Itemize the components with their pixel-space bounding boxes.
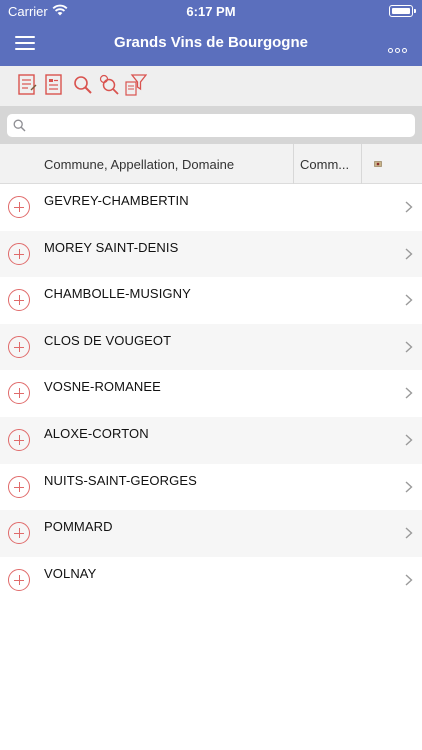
wine-icon[interactable] xyxy=(374,160,382,168)
column-divider xyxy=(361,144,362,184)
appellation-list: GEVREY-CHAMBERTIN MOREY SAINT-DENIS CHAM… xyxy=(0,184,422,603)
search-bar xyxy=(0,106,422,144)
add-icon[interactable] xyxy=(8,382,30,405)
list-item-label: VOLNAY xyxy=(44,565,97,581)
add-icon[interactable] xyxy=(8,475,30,498)
add-icon[interactable] xyxy=(8,522,30,545)
column-header: Commune, Appellation, Domaine Comm... xyxy=(0,144,422,184)
page-title: Grands Vins de Bourgogne xyxy=(114,34,308,51)
column-commune-appellation-domaine[interactable]: Commune, Appellation, Domaine xyxy=(44,157,234,172)
add-icon[interactable] xyxy=(8,242,30,265)
list-edit-icon[interactable] xyxy=(17,73,39,97)
list-item-label: VOSNE-ROMANEE xyxy=(44,379,161,395)
nav-bar: Grands Vins de Bourgogne xyxy=(0,22,422,66)
status-bar: Carrier 6:17 PM xyxy=(0,0,422,22)
chevron-right-icon xyxy=(405,341,413,353)
list-item[interactable]: GEVREY-CHAMBERTIN xyxy=(0,184,422,231)
list-item[interactable]: CHAMBOLLE-MUSIGNY xyxy=(0,277,422,324)
chevron-right-icon xyxy=(405,201,413,213)
chevron-right-icon xyxy=(405,574,413,586)
add-icon[interactable] xyxy=(8,335,30,358)
column-commune[interactable]: Comm... xyxy=(300,157,349,172)
chevron-right-icon xyxy=(405,294,413,306)
list-item-label: CLOS DE VOUGEOT xyxy=(44,332,172,348)
add-icon[interactable] xyxy=(8,196,30,218)
chevron-right-icon xyxy=(405,434,413,446)
chevron-right-icon xyxy=(405,481,413,493)
list-item-label: MOREY SAINT-DENIS xyxy=(44,239,179,255)
list-item[interactable]: NUITS-SAINT-GEORGES xyxy=(0,464,422,511)
more-options-icon[interactable] xyxy=(388,40,410,53)
list-item[interactable]: ALOXE-CORTON xyxy=(0,416,422,464)
list-view-icon[interactable] xyxy=(44,73,66,97)
app-header: Carrier 6:17 PM Grands Vins de Bourgogne xyxy=(0,0,422,66)
list-item[interactable]: CLOS DE VOUGEOT xyxy=(0,323,422,371)
list-item[interactable]: POMMARD xyxy=(0,510,422,557)
add-icon[interactable] xyxy=(8,289,30,312)
toolbar xyxy=(0,66,422,106)
search-input[interactable] xyxy=(33,116,403,135)
list-item-label: POMMARD xyxy=(44,519,113,535)
list-item-label: CHAMBOLLE-MUSIGNY xyxy=(44,286,191,302)
status-time: 6:17 PM xyxy=(186,4,236,19)
list-item[interactable]: MOREY SAINT-DENIS xyxy=(0,230,422,278)
list-item-label: ALOXE-CORTON xyxy=(44,425,149,441)
chevron-right-icon xyxy=(405,248,413,260)
list-item-label: NUITS-SAINT-GEORGES xyxy=(44,472,197,488)
column-divider xyxy=(293,144,294,184)
search-field-icon xyxy=(13,119,26,132)
add-icon[interactable] xyxy=(8,568,30,591)
search-icon[interactable] xyxy=(72,73,94,97)
filter-icon[interactable] xyxy=(125,73,147,97)
list-item[interactable]: VOSNE-ROMANEE xyxy=(0,370,422,417)
list-item-label: GEVREY-CHAMBERTIN xyxy=(44,193,189,208)
search-field[interactable] xyxy=(7,114,415,137)
add-icon[interactable] xyxy=(8,428,30,451)
chevron-right-icon xyxy=(405,387,413,399)
list-item[interactable]: VOLNAY xyxy=(0,557,422,604)
battery-icon xyxy=(389,5,416,17)
chevron-right-icon xyxy=(405,527,413,539)
advanced-search-icon[interactable] xyxy=(98,73,120,97)
